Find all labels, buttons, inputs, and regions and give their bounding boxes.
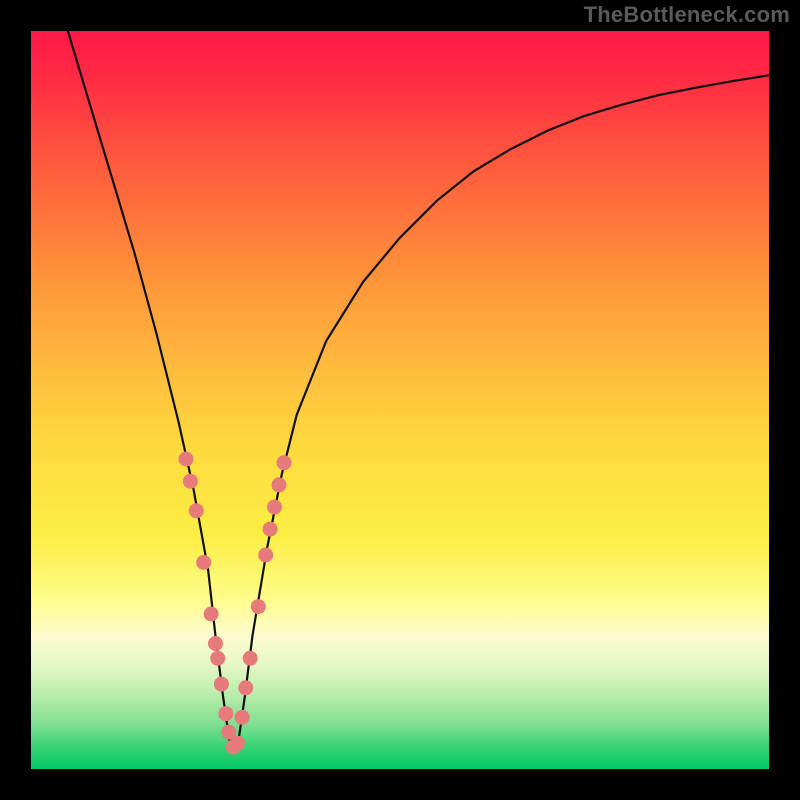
sample-dot xyxy=(196,555,211,570)
sample-dot xyxy=(210,651,225,666)
plot-area xyxy=(31,31,769,769)
sample-dot xyxy=(258,548,273,563)
sample-dot xyxy=(208,636,223,651)
sample-dot xyxy=(214,677,229,692)
sample-dot xyxy=(272,477,287,492)
sample-dot xyxy=(230,736,245,751)
sample-dot xyxy=(251,599,266,614)
chart-svg xyxy=(31,31,769,769)
sample-dot xyxy=(267,500,282,515)
sample-dot xyxy=(204,607,219,622)
chart-frame: TheBottleneck.com xyxy=(0,0,800,800)
sample-dot xyxy=(189,503,204,518)
sample-dot xyxy=(218,706,233,721)
sample-dot xyxy=(277,455,292,470)
brand-watermark: TheBottleneck.com xyxy=(584,2,790,28)
sample-dot xyxy=(238,680,253,695)
sample-dot xyxy=(183,474,198,489)
sample-dot xyxy=(235,710,250,725)
sample-dot xyxy=(243,651,258,666)
sample-dot xyxy=(263,522,278,537)
bottleneck-curve xyxy=(68,31,769,747)
sample-dot xyxy=(179,452,194,467)
